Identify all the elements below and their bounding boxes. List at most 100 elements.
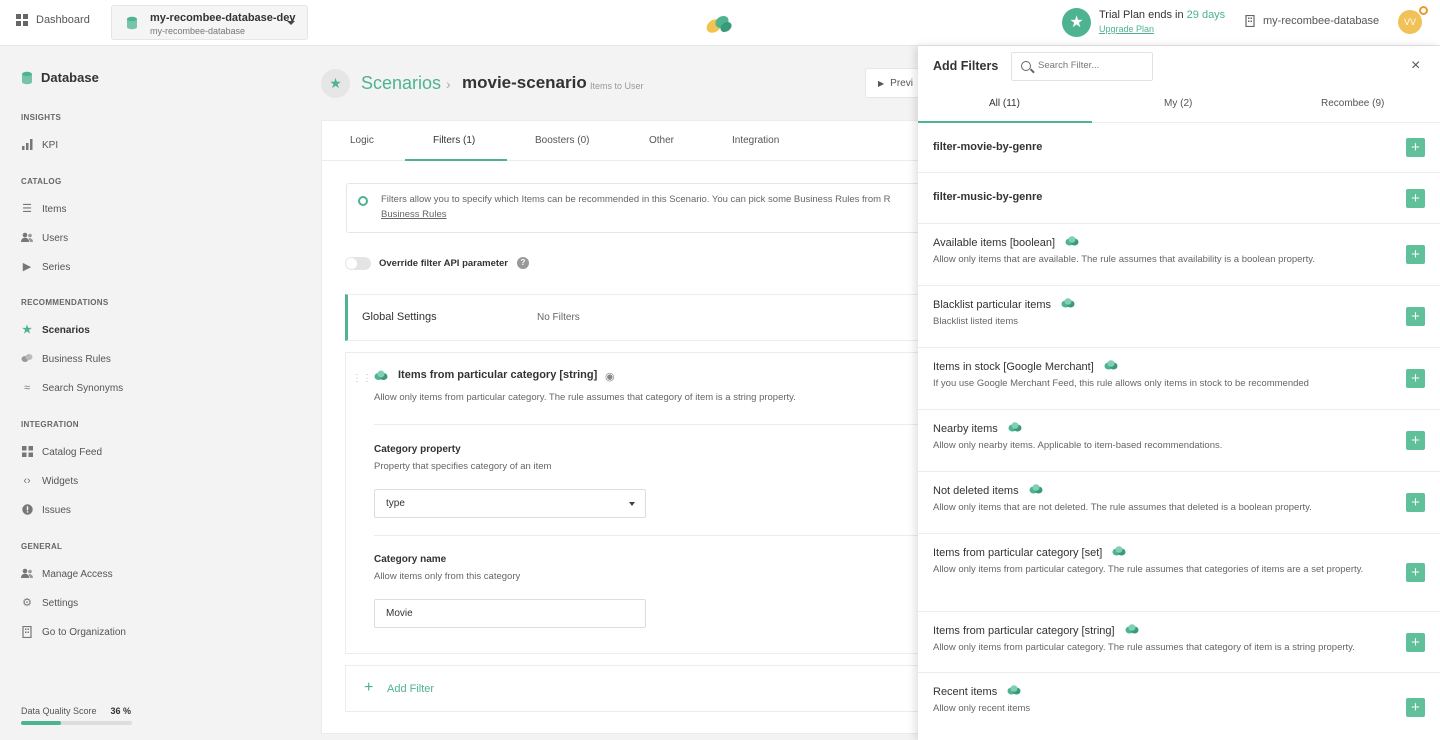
filter-search[interactable]: [1011, 52, 1153, 81]
category-property-select[interactable]: type: [374, 489, 646, 518]
global-settings-row[interactable]: Global Settings No Filters: [345, 294, 932, 341]
category-name-input[interactable]: Movie: [374, 599, 646, 628]
sidebar-item-manage-access[interactable]: Manage Access: [21, 568, 113, 580]
category-name-help: Allow items only from this category: [374, 571, 521, 582]
add-filter-plus-button[interactable]: +: [1406, 245, 1425, 264]
add-filter-plus-button[interactable]: +: [1406, 189, 1425, 208]
filter-list-item[interactable]: Recent items Allow only recent items +: [918, 673, 1440, 740]
database-name: my-recombee-database-dev: [150, 12, 296, 24]
tab-my[interactable]: My (2): [1164, 98, 1192, 109]
play-icon: ▶: [22, 261, 32, 273]
scenario-star-icon: ★: [321, 69, 350, 98]
add-filter-plus-button[interactable]: +: [1406, 138, 1425, 157]
sidebar-item-kpi[interactable]: KPI: [21, 139, 58, 151]
sidebar-item-catalog-feed[interactable]: Catalog Feed: [21, 446, 102, 458]
filter-name: Nearby items: [933, 422, 1022, 435]
tab-filters[interactable]: Filters (1): [433, 135, 475, 146]
data-quality-label: Data Quality Score: [21, 706, 97, 716]
filter-list-item[interactable]: Items in stock [Google Merchant] If you u…: [918, 348, 1440, 410]
filter-list-item[interactable]: Not deleted items Allow only items that a…: [918, 472, 1440, 534]
recombee-logo[interactable]: [704, 12, 734, 34]
info-text: Filters allow you to specify which Items…: [381, 194, 891, 205]
active-tab-indicator: [405, 159, 507, 161]
filter-list-item[interactable]: Items from particular category [string] A…: [918, 612, 1440, 673]
filter-list-item[interactable]: Items from particular category [set] Allo…: [918, 534, 1440, 612]
filter-name-label: Available items [boolean]: [933, 236, 1056, 249]
business-rules-link[interactable]: Business Rules: [381, 209, 446, 220]
category-property-value: type: [386, 498, 405, 509]
database-icon: [22, 71, 32, 84]
tab-all[interactable]: All (11): [989, 98, 1020, 109]
filter-list-item[interactable]: filter-music-by-genre +: [918, 173, 1440, 224]
sidebar-item-users[interactable]: Users: [21, 232, 68, 244]
section-insights: INSIGHTS: [21, 113, 62, 122]
recombee-rule-icon: [1029, 484, 1043, 497]
add-filter-button[interactable]: + Add Filter: [345, 665, 932, 712]
play-icon: ▶: [878, 79, 885, 88]
add-filter-plus-button[interactable]: +: [1406, 563, 1425, 582]
filter-list-item[interactable]: Available items [boolean] Allow only item…: [918, 224, 1440, 286]
plus-icon: +: [364, 679, 374, 696]
sidebar-item-series[interactable]: ▶ Series: [21, 261, 71, 273]
sidebar-item-business-rules[interactable]: Business Rules: [21, 353, 111, 365]
recombee-rule-icon: [1061, 298, 1075, 311]
add-filter-plus-button[interactable]: +: [1406, 633, 1425, 652]
breadcrumb-scenarios[interactable]: Scenarios: [361, 73, 441, 94]
users-icon: [21, 232, 33, 244]
add-filter-plus-button[interactable]: +: [1406, 698, 1425, 717]
database-icon: [127, 16, 137, 30]
sidebar-item-search-synonyms[interactable]: ≈ Search Synonyms: [21, 382, 123, 394]
sidebar-item-label: Manage Access: [42, 568, 113, 580]
filter-list-item[interactable]: Blacklist particular items Blacklist list…: [918, 286, 1440, 348]
code-icon: ‹›: [23, 475, 31, 487]
tab-recombee[interactable]: Recombee (9): [1321, 98, 1384, 109]
dashboard-link[interactable]: Dashboard: [16, 14, 90, 26]
current-database-link[interactable]: my-recombee-database: [1245, 15, 1379, 27]
eye-icon[interactable]: ◉: [605, 370, 615, 383]
filter-search-input[interactable]: [1038, 60, 1148, 71]
filter-name-label: Items from particular category [set]: [933, 546, 1103, 559]
sidebar-item-settings[interactable]: ⚙ Settings: [21, 597, 78, 609]
search-icon: [1021, 61, 1031, 71]
filter-description: Blacklist listed items: [933, 316, 1018, 327]
sidebar-title-label: Database: [41, 70, 99, 85]
add-filter-plus-button[interactable]: +: [1406, 369, 1425, 388]
filter-description: Allow only items that are available. The…: [933, 254, 1315, 265]
panel-tabs: All (11) My (2) Recombee (9): [918, 86, 1440, 123]
drag-handle-icon[interactable]: ⋮⋮: [352, 373, 372, 384]
database-subname: my-recombee-database: [150, 26, 246, 36]
upgrade-plan-link[interactable]: Upgrade Plan: [1099, 24, 1154, 34]
sidebar-item-go-to-organization[interactable]: Go to Organization: [21, 625, 126, 639]
sidebar-item-issues[interactable]: Issues: [21, 504, 71, 516]
filter-description: Allow only items that are not deleted. T…: [933, 502, 1312, 513]
category-name-value: Movie: [386, 608, 413, 619]
trial-text: Trial Plan ends in 29 days: [1099, 9, 1225, 21]
sidebar-item-items[interactable]: ☰ Items: [21, 203, 66, 215]
filter-name: Items from particular category [set]: [933, 546, 1126, 559]
add-filter-plus-button[interactable]: +: [1406, 431, 1425, 450]
tab-other[interactable]: Other: [649, 135, 674, 146]
preview-button[interactable]: ▶ Previ: [865, 68, 925, 98]
override-filter-toggle[interactable]: [345, 257, 371, 270]
section-integration: INTEGRATION: [21, 420, 79, 429]
tab-integration[interactable]: Integration: [732, 135, 779, 146]
add-filter-plus-button[interactable]: +: [1406, 493, 1425, 512]
sidebar-item-widgets[interactable]: ‹› Widgets: [21, 475, 78, 487]
filter-list-item[interactable]: filter-movie-by-genre +: [918, 123, 1440, 173]
trial-star-icon: ★: [1062, 8, 1091, 37]
filter-list-item[interactable]: Nearby items Allow only nearby items. App…: [918, 410, 1440, 472]
filters-info-box: Filters allow you to specify which Items…: [346, 183, 926, 233]
user-avatar[interactable]: VV: [1398, 10, 1422, 34]
database-switcher[interactable]: my-recombee-database-dev my-recombee-dat…: [111, 5, 308, 40]
filter-name: filter-movie-by-genre: [933, 141, 1042, 153]
sidebar-item-scenarios[interactable]: ★ Scenarios: [21, 324, 90, 336]
tab-boosters[interactable]: Boosters (0): [535, 135, 589, 146]
help-icon[interactable]: ?: [517, 257, 529, 269]
filter-name: Not deleted items: [933, 484, 1043, 497]
filter-name: Items in stock [Google Merchant]: [933, 360, 1118, 373]
tab-logic[interactable]: Logic: [350, 135, 374, 146]
add-filter-plus-button[interactable]: +: [1406, 307, 1425, 326]
filter-name: Items from particular category [string]: [933, 624, 1139, 637]
filter-description: Allow only nearby items. Applicable to i…: [933, 440, 1223, 451]
close-icon[interactable]: ×: [1411, 56, 1420, 76]
